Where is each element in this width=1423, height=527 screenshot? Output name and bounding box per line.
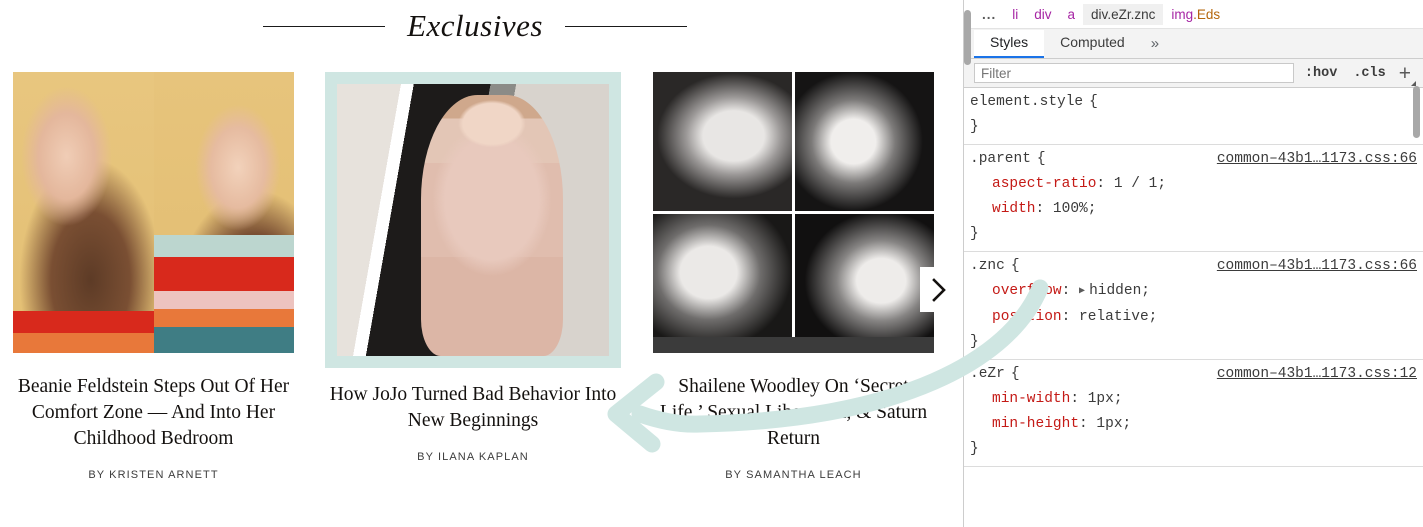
devtools-panel: ... li div a div.eZr.znc img.Eds Styles … xyxy=(963,0,1423,527)
css-declaration[interactable]: min-width: 1px; xyxy=(964,387,1423,412)
css-property[interactable]: width xyxy=(992,201,1036,217)
css-open-brace: { xyxy=(1010,366,1020,382)
exclusives-carousel: Beanie Feldstein Steps Out Of Her Comfor… xyxy=(0,72,963,512)
breadcrumb-item-div[interactable]: div xyxy=(1026,4,1059,25)
css-open-brace: { xyxy=(1010,258,1020,274)
article-card[interactable]: Shailene Woodley On ‘Secret Life,’ Sexua… xyxy=(653,72,934,481)
css-source-link[interactable]: common–43b1…1173.css:12 xyxy=(1217,362,1417,387)
devtools-tabstrip: Styles Computed » xyxy=(964,29,1423,59)
screenshot-root: Exclusives Beanie Feldstein Steps Out Of… xyxy=(0,0,1423,527)
css-colon: : xyxy=(1070,391,1088,407)
css-colon: : xyxy=(1079,416,1097,432)
article-thumbnail-wrap xyxy=(13,72,294,353)
css-close-brace: } xyxy=(970,119,979,135)
breadcrumb-selected-tag: div xyxy=(1091,6,1108,22)
css-selector[interactable]: .znc xyxy=(970,254,1005,279)
breadcrumb-item-ellipsis[interactable]: ... xyxy=(974,4,1004,25)
css-source-link[interactable]: common–43b1…1173.css:66 xyxy=(1217,254,1417,279)
plus-icon: + xyxy=(1398,61,1411,85)
css-open-brace: { xyxy=(1036,151,1046,167)
css-declaration[interactable]: aspect-ratio: 1 / 1; xyxy=(964,172,1423,197)
css-value[interactable]: 1px; xyxy=(1096,416,1131,432)
styles-filter-bar: :hov .cls + xyxy=(964,59,1423,88)
hov-button[interactable]: :hov xyxy=(1300,66,1342,81)
css-rule-element-style[interactable]: element.style { } xyxy=(964,88,1423,145)
css-value[interactable]: 100%; xyxy=(1053,201,1097,217)
css-declaration[interactable]: min-height: 1px; xyxy=(964,412,1423,437)
article-thumbnail-wrap-highlighted xyxy=(325,72,621,368)
tab-styles[interactable]: Styles xyxy=(974,30,1045,58)
tabs-overflow-icon[interactable]: » xyxy=(1141,31,1169,58)
expander-triangle-icon[interactable]: ▶ xyxy=(1079,279,1085,304)
css-colon: : xyxy=(1096,176,1114,192)
css-value[interactable]: hidden; xyxy=(1085,283,1150,299)
filter-input[interactable] xyxy=(974,63,1294,83)
article-headline[interactable]: How JoJo Turned Bad Behavior Into New Be… xyxy=(325,382,621,434)
css-colon: : xyxy=(1061,309,1080,325)
css-source-link[interactable]: common–43b1…1173.css:66 xyxy=(1217,147,1417,172)
css-selector[interactable]: .parent xyxy=(970,147,1031,172)
css-declaration[interactable]: width: 100%; xyxy=(964,197,1423,222)
css-selector[interactable]: element.style xyxy=(970,90,1083,115)
css-rule-parent[interactable]: .parent { common–43b1…1173.css:66 aspect… xyxy=(964,145,1423,252)
elements-tree-scrollbar[interactable] xyxy=(964,10,971,65)
styles-rules-pane[interactable]: element.style { } .parent { common–43b1…… xyxy=(964,88,1423,527)
css-rule-znc[interactable]: .znc { common–43b1…1173.css:66 overflow:… xyxy=(964,252,1423,360)
css-open-brace: { xyxy=(1089,94,1098,110)
section-rule-left xyxy=(263,25,386,27)
article-headline[interactable]: Beanie Feldstein Steps Out Of Her Comfor… xyxy=(13,374,294,452)
css-colon: : xyxy=(1061,283,1080,299)
article-thumbnail-wrap xyxy=(653,72,934,353)
breadcrumb-item-li[interactable]: li xyxy=(1004,4,1026,25)
chevron-right-icon xyxy=(931,277,947,302)
css-rule-ezr[interactable]: .eZr { common–43b1…1173.css:12 min-width… xyxy=(964,360,1423,467)
breadcrumb: ... li div a div.eZr.znc img.Eds xyxy=(964,0,1423,29)
cls-button[interactable]: .cls xyxy=(1348,66,1390,81)
carousel-next-button[interactable] xyxy=(920,267,958,312)
article-image[interactable] xyxy=(13,72,294,353)
section-rule-right xyxy=(564,25,687,27)
css-declaration[interactable]: position: relative; xyxy=(964,305,1423,330)
breadcrumb-selected-classes: .eZr.znc xyxy=(1107,6,1156,22)
article-card[interactable]: Beanie Feldstein Steps Out Of Her Comfor… xyxy=(13,72,294,481)
css-selector[interactable]: .eZr xyxy=(970,362,1005,387)
article-image[interactable] xyxy=(337,84,609,356)
dropdown-corner-icon xyxy=(1411,80,1416,86)
article-byline: BY KRISTEN ARNETT xyxy=(88,469,219,481)
css-close-brace: } xyxy=(970,441,979,457)
tab-computed[interactable]: Computed xyxy=(1044,30,1141,58)
breadcrumb-item-a[interactable]: a xyxy=(1060,4,1084,25)
css-property[interactable]: position xyxy=(992,309,1062,325)
css-value[interactable]: 1 / 1; xyxy=(1114,176,1166,192)
css-property[interactable]: min-height xyxy=(992,416,1079,432)
breadcrumb-item-selected[interactable]: div.eZr.znc xyxy=(1083,3,1164,25)
page-title: Exclusives xyxy=(407,8,543,43)
css-property[interactable]: min-width xyxy=(992,391,1070,407)
css-close-brace: } xyxy=(970,226,979,242)
add-rule-button[interactable]: + xyxy=(1397,61,1416,86)
breadcrumb-item-img[interactable]: img.Eds xyxy=(1163,4,1228,25)
article-image[interactable] xyxy=(653,72,934,353)
article-headline[interactable]: Shailene Woodley On ‘Secret Life,’ Sexua… xyxy=(653,374,934,452)
web-page-viewport: Exclusives Beanie Feldstein Steps Out Of… xyxy=(0,0,963,527)
breadcrumb-img-tag: img xyxy=(1171,6,1194,22)
css-value[interactable]: relative; xyxy=(1079,309,1157,325)
article-card-highlighted[interactable]: How JoJo Turned Bad Behavior Into New Be… xyxy=(325,72,621,463)
css-property[interactable]: aspect-ratio xyxy=(992,176,1096,192)
breadcrumb-img-classes: .Eds xyxy=(1193,6,1221,22)
css-colon: : xyxy=(1035,201,1053,217)
css-declaration[interactable]: overflow: ▶ hidden; xyxy=(964,279,1423,305)
article-byline: BY SAMANTHA LEACH xyxy=(725,469,862,481)
css-value[interactable]: 1px; xyxy=(1088,391,1123,407)
css-property[interactable]: overflow xyxy=(992,283,1062,299)
article-byline: BY ILANA KAPLAN xyxy=(417,451,529,463)
styles-pane-scrollbar[interactable] xyxy=(1413,86,1420,138)
section-header: Exclusives xyxy=(0,8,950,44)
css-close-brace: } xyxy=(970,334,979,350)
